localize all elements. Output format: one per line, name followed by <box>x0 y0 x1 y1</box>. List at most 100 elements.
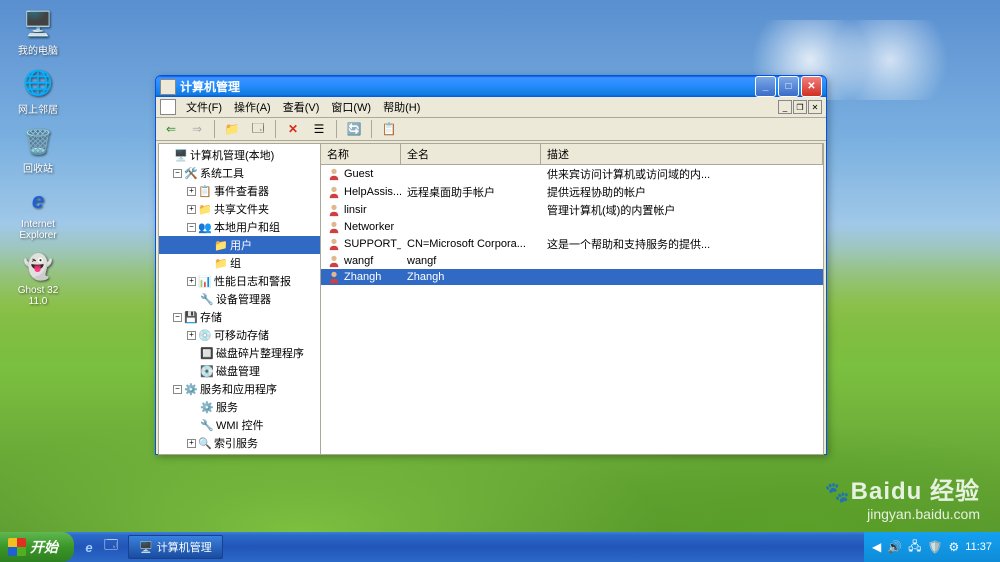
window-title: 计算机管理 <box>180 78 753 95</box>
tree-disk-management[interactable]: 💽磁盘管理 <box>159 362 320 380</box>
user-name: Networker <box>344 221 394 233</box>
tree-device-manager[interactable]: 🔧设备管理器 <box>159 290 320 308</box>
task-label: 计算机管理 <box>157 539 212 555</box>
quick-launch: e 🗔 <box>74 537 126 557</box>
menu-file[interactable]: 文件(F) <box>180 97 228 117</box>
tree-users[interactable]: 📁用户 <box>159 236 320 254</box>
col-desc[interactable]: 描述 <box>541 144 823 164</box>
user-row[interactable]: Networker <box>321 219 823 235</box>
tree-shared-folders[interactable]: +📁共享文件夹 <box>159 200 320 218</box>
folder-icon: 📁 <box>214 256 228 270</box>
expand-icon[interactable]: + <box>187 439 196 448</box>
forward-button[interactable]: ⇒ <box>186 118 208 140</box>
tray-icon[interactable]: ◀ <box>872 540 881 554</box>
menu-help[interactable]: 帮助(H) <box>377 97 426 117</box>
users-list[interactable]: 名称 全名 描述 Guest供来宾访问计算机或访问域的内...HelpAssis… <box>321 144 823 454</box>
col-fullname[interactable]: 全名 <box>401 144 541 164</box>
tools-icon: 🛠️ <box>184 166 198 180</box>
user-row[interactable]: Guest供来宾访问计算机或访问域的内... <box>321 165 823 183</box>
tray-shield-icon[interactable]: 🛡️ <box>928 540 943 554</box>
desktop-icon-recycle-bin[interactable]: 🗑️ 回收站 <box>8 126 68 175</box>
tree-perf-logs[interactable]: +📊性能日志和警报 <box>159 272 320 290</box>
tray-sound-icon[interactable]: 🔊 <box>887 540 902 554</box>
collapse-icon[interactable]: − <box>173 385 182 394</box>
user-row[interactable]: HelpAssis...远程桌面助手帐户提供远程协助的帐户 <box>321 183 823 201</box>
tree-system-tools[interactable]: −🛠️系统工具 <box>159 164 320 182</box>
user-fullname: Zhangh <box>401 269 541 285</box>
taskbar-item-compmgmt[interactable]: 🖥️ 计算机管理 <box>128 535 223 559</box>
tray-icon[interactable]: ⚙ <box>949 540 960 554</box>
disk-icon: 💽 <box>200 364 214 378</box>
up-button[interactable]: 📁 <box>221 118 243 140</box>
desktop-icon-ghost[interactable]: 👻 Ghost 32 11.0 <box>8 251 68 307</box>
close-button[interactable]: ✕ <box>801 76 822 97</box>
collapse-icon[interactable]: − <box>173 169 182 178</box>
user-fullname <box>401 201 541 219</box>
tree-root[interactable]: 🖥️计算机管理(本地) <box>159 146 320 164</box>
user-desc: 管理计算机(域)的内置帐户 <box>541 201 823 219</box>
collapse-icon[interactable]: − <box>173 313 182 322</box>
ql-show-desktop[interactable]: 🗔 <box>102 537 120 557</box>
expand-icon[interactable]: + <box>187 331 196 340</box>
expand-icon[interactable]: + <box>187 187 196 196</box>
system-tray[interactable]: ◀ 🔊 🖧 🛡️ ⚙ 11:37 <box>864 532 1000 562</box>
gear-icon: ⚙️ <box>200 400 214 414</box>
minimize-button[interactable]: _ <box>755 76 776 97</box>
console-tree[interactable]: 🖥️计算机管理(本地) −🛠️系统工具 +📋事件查看器 +📁共享文件夹 −👥本地… <box>159 144 321 454</box>
tree-groups[interactable]: 📁组 <box>159 254 320 272</box>
mdi-restore-button[interactable]: ❐ <box>793 100 807 114</box>
col-name[interactable]: 名称 <box>321 144 401 164</box>
user-icon <box>327 167 341 181</box>
ql-ie[interactable]: e <box>80 537 98 557</box>
menu-action[interactable]: 操作(A) <box>228 97 277 117</box>
tree-services[interactable]: ⚙️服务 <box>159 398 320 416</box>
delete-button[interactable]: ✕ <box>282 118 304 140</box>
clock[interactable]: 11:37 <box>965 541 992 553</box>
properties-icon: ☰ <box>314 122 325 136</box>
user-row[interactable]: SUPPORT_3...CN=Microsoft Corpora...这是一个帮… <box>321 235 823 253</box>
user-icon <box>327 254 341 268</box>
back-button[interactable]: ⇐ <box>160 118 182 140</box>
user-row[interactable]: ZhanghZhangh <box>321 269 823 285</box>
tree-defrag[interactable]: 🔲磁盘碎片整理程序 <box>159 344 320 362</box>
tree-wmi[interactable]: 🔧WMI 控件 <box>159 416 320 434</box>
user-fullname: CN=Microsoft Corpora... <box>401 235 541 253</box>
menu-view[interactable]: 查看(V) <box>277 97 326 117</box>
titlebar[interactable]: 计算机管理 _ □ ✕ <box>156 76 826 97</box>
desktop-icon-network[interactable]: 🌐 网上邻居 <box>8 67 68 116</box>
tree-local-users-groups[interactable]: −👥本地用户和组 <box>159 218 320 236</box>
services-icon: ⚙️ <box>184 382 198 396</box>
show-hide-tree-button[interactable]: 🗔 <box>247 118 269 140</box>
user-row[interactable]: wangfwangf <box>321 253 823 269</box>
properties-button[interactable]: ☰ <box>308 118 330 140</box>
perf-icon: 📊 <box>198 274 212 288</box>
computer-icon: 🖥️ <box>174 148 188 162</box>
folder-up-icon: 📁 <box>225 122 240 136</box>
refresh-button[interactable]: 🔄 <box>343 118 365 140</box>
menu-window[interactable]: 窗口(W) <box>325 97 377 117</box>
tree-services-apps[interactable]: −⚙️服务和应用程序 <box>159 380 320 398</box>
mdi-minimize-button[interactable]: _ <box>778 100 792 114</box>
tree-event-viewer[interactable]: +📋事件查看器 <box>159 182 320 200</box>
expand-icon[interactable]: + <box>187 205 196 214</box>
expand-icon[interactable]: + <box>187 277 196 286</box>
forward-arrow-icon: ⇒ <box>192 122 202 136</box>
mdi-close-button[interactable]: ✕ <box>808 100 822 114</box>
mdi-system-icon[interactable] <box>160 99 176 115</box>
export-button[interactable]: 📋 <box>378 118 400 140</box>
desktop-icon-my-computer[interactable]: 🖥️ 我的电脑 <box>8 8 68 57</box>
collapse-icon[interactable]: − <box>187 223 196 232</box>
user-name: linsir <box>344 204 367 216</box>
taskbar: 开始 e 🗔 🖥️ 计算机管理 ◀ 🔊 🖧 🛡️ ⚙ 11:37 <box>0 532 1000 562</box>
back-arrow-icon: ⇐ <box>166 122 176 136</box>
tray-network-icon[interactable]: 🖧 <box>908 537 921 558</box>
user-row[interactable]: linsir 管理计算机(域)的内置帐户 <box>321 201 823 219</box>
start-button[interactable]: 开始 <box>0 532 74 562</box>
user-icon <box>327 270 341 284</box>
tree-storage[interactable]: −💾存储 <box>159 308 320 326</box>
network-icon: 🌐 <box>22 67 54 99</box>
maximize-button[interactable]: □ <box>778 76 799 97</box>
tree-indexing[interactable]: +🔍索引服务 <box>159 434 320 452</box>
desktop-icon-ie[interactable]: e Internet Explorer <box>8 185 68 241</box>
tree-removable-storage[interactable]: +💿可移动存储 <box>159 326 320 344</box>
